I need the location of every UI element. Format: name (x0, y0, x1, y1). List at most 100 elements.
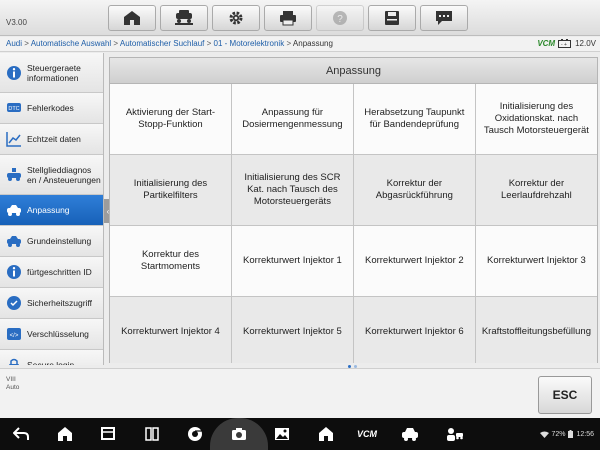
image-viewer-button[interactable] (271, 423, 293, 445)
sidebar-item-anpassung[interactable]: Anpassung (0, 195, 103, 226)
sidebar-item-stellglieddiagnos-en-ansteuerungen[interactable]: Stellglieddiagnos en / Ansteuerungen (0, 155, 103, 195)
home-app-button[interactable] (315, 423, 337, 445)
home-button[interactable] (108, 5, 156, 31)
sidebar-item-verschl-sselung[interactable]: </> Verschlüsselung (0, 319, 103, 350)
sidebar-icon (5, 131, 23, 147)
info-icon (7, 65, 21, 80)
car-diagnose-button[interactable] (399, 423, 421, 445)
car-basic-icon (7, 236, 21, 247)
function-tile[interactable]: Korrektur der Leerlaufdrehzahl (475, 155, 597, 225)
sidebar-icon (5, 202, 23, 218)
vehicle-swap-button[interactable] (160, 5, 208, 31)
function-tile[interactable]: Korrekturwert Injektor 1 (231, 226, 353, 296)
system-nav-bar: VCM 72% 12:56 (0, 418, 600, 450)
chrome-button[interactable] (184, 423, 206, 445)
data-logging-button[interactable] (420, 5, 468, 31)
svg-text:DTC: DTC (8, 106, 19, 112)
sidebar-item-steuergeraete-informationen[interactable]: Steuergeraete informationen (0, 53, 103, 93)
function-tile[interactable]: Initialisierung des Oxidationskat. nach … (475, 84, 597, 154)
battery-level: 72% (551, 430, 566, 438)
encoding-icon: </> (7, 328, 21, 340)
function-tile[interactable]: Initialisierung des SCR Kat. nach Tausch… (231, 155, 353, 225)
camera-icon (232, 428, 246, 440)
breadcrumb-link[interactable]: Automatische Auswahl (31, 39, 112, 48)
breadcrumb-link[interactable]: Automatischer Suchlauf (120, 39, 205, 48)
breadcrumb-bar: Audi > Automatische Auswahl > Automatisc… (0, 37, 600, 52)
sidebar-icon (5, 167, 23, 183)
function-tile[interactable]: Initialisierung des Partikelfilters (110, 155, 231, 225)
back-button[interactable] (10, 423, 32, 445)
sidebar-icon: DTC (5, 100, 23, 116)
sidebar-item-label: Grundeinstellung (27, 236, 92, 246)
sidebar-item-label: Sicherheitszugriff (27, 298, 93, 308)
settings-button[interactable] (212, 5, 260, 31)
function-tile[interactable]: Korrekturwert Injektor 4 (110, 297, 231, 363)
vehicle-info-line: VIII (6, 376, 16, 383)
function-tile[interactable]: Korrekturwert Injektor 2 (353, 226, 475, 296)
function-tile[interactable]: Kraftstoffleitungsbefüllung (475, 297, 597, 363)
vehicle-info-line: Auto (6, 384, 20, 391)
sidebar-item-label: Fehlerkodes (27, 103, 74, 113)
app-version: V3.00 (6, 18, 27, 27)
sidebar-item-echtzeit-daten[interactable]: Echtzeit daten (0, 124, 103, 155)
svg-text:- +: - + (561, 42, 567, 48)
sidebar-item-secure-login[interactable]: Secure login (0, 350, 103, 365)
home-icon (58, 427, 72, 441)
breadcrumb-separator: > (204, 39, 214, 48)
dtc-icon: DTC (7, 103, 21, 112)
breadcrumb-current: Anpassung (292, 39, 333, 48)
function-tile[interactable]: Anpassung für Dosiermengenmessung (231, 84, 353, 154)
help-button[interactable]: ? (316, 5, 364, 31)
print-button[interactable] (264, 5, 312, 31)
security-icon (7, 296, 21, 310)
recent-apps-button[interactable] (97, 423, 119, 445)
function-sidebar: Steuergeraete informationen DTC Fehlerkode… (0, 53, 104, 365)
screenshot-button[interactable] (228, 423, 250, 445)
gear-icon (229, 11, 243, 25)
function-tile[interactable]: Korrekturwert Injektor 6 (353, 297, 475, 363)
sidebar-item-grundeinstellung[interactable]: Grundeinstellung (0, 226, 103, 257)
sidebar-icon (5, 264, 23, 280)
function-tile[interactable]: Herabsetzung Taupunkt für Bandendeprüfun… (353, 84, 475, 154)
printer-icon (280, 11, 296, 26)
vcm-label: VCM (537, 39, 556, 48)
sidebar-icon (5, 233, 23, 249)
function-tile[interactable]: Korrektur der Abgasrückführung (353, 155, 475, 225)
sidebar-item-label: fürtgeschritten ID (27, 267, 92, 277)
function-tile[interactable]: Korrekturwert Injektor 5 (231, 297, 353, 363)
panel-title: Anpassung (110, 58, 597, 84)
sidebar-item-label: Anpassung (27, 205, 70, 215)
help-icon: ? (333, 11, 347, 25)
function-tile[interactable]: Korrektur des Startmoments (110, 226, 231, 296)
actuator-icon (7, 167, 21, 181)
home-icon (124, 11, 140, 25)
function-tile[interactable]: Korrekturwert Injektor 3 (475, 226, 597, 296)
home-nav-button[interactable] (54, 423, 76, 445)
sidebar-item-fehlerkodes[interactable]: DTC Fehlerkodes (0, 93, 103, 124)
esc-button[interactable]: ESC (538, 376, 592, 414)
breadcrumb-separator: > (284, 39, 293, 48)
sidebar-item-sicherheitszugriff[interactable]: Sicherheitszugriff (0, 288, 103, 319)
sidebar-item-f-rtgeschritten-id[interactable]: fürtgeschritten ID (0, 257, 103, 288)
bottom-info-bar: VIII Auto ESC (0, 368, 600, 418)
recent-apps-icon (101, 427, 115, 440)
remote-expert-button[interactable] (444, 423, 466, 445)
function-grid: Aktivierung der Start-Stopp-Funktion Anpa… (110, 84, 597, 363)
remote-expert-icon (447, 428, 463, 441)
function-tile[interactable]: Aktivierung der Start-Stopp-Funktion (110, 84, 231, 154)
breadcrumb-link[interactable]: 01 - Motorelektronik (214, 39, 285, 48)
home-icon (319, 427, 333, 441)
sidebar-item-label: Steuergeraete informationen (27, 62, 81, 83)
battery-icon: - + (558, 39, 572, 48)
sidebar-item-label: Secure login (27, 360, 75, 365)
save-button[interactable] (368, 5, 416, 31)
image-icon (275, 428, 289, 440)
sidebar-icon: </> (5, 326, 23, 342)
split-screen-button[interactable] (141, 423, 163, 445)
breadcrumb-link[interactable]: Audi (6, 39, 22, 48)
vcm-app-button[interactable]: VCM (352, 423, 382, 445)
sidebar-icon (5, 357, 23, 365)
browser-icon (188, 427, 202, 441)
breadcrumb-separator: > (22, 39, 31, 48)
voltage-readout: 12.0V (575, 39, 596, 48)
